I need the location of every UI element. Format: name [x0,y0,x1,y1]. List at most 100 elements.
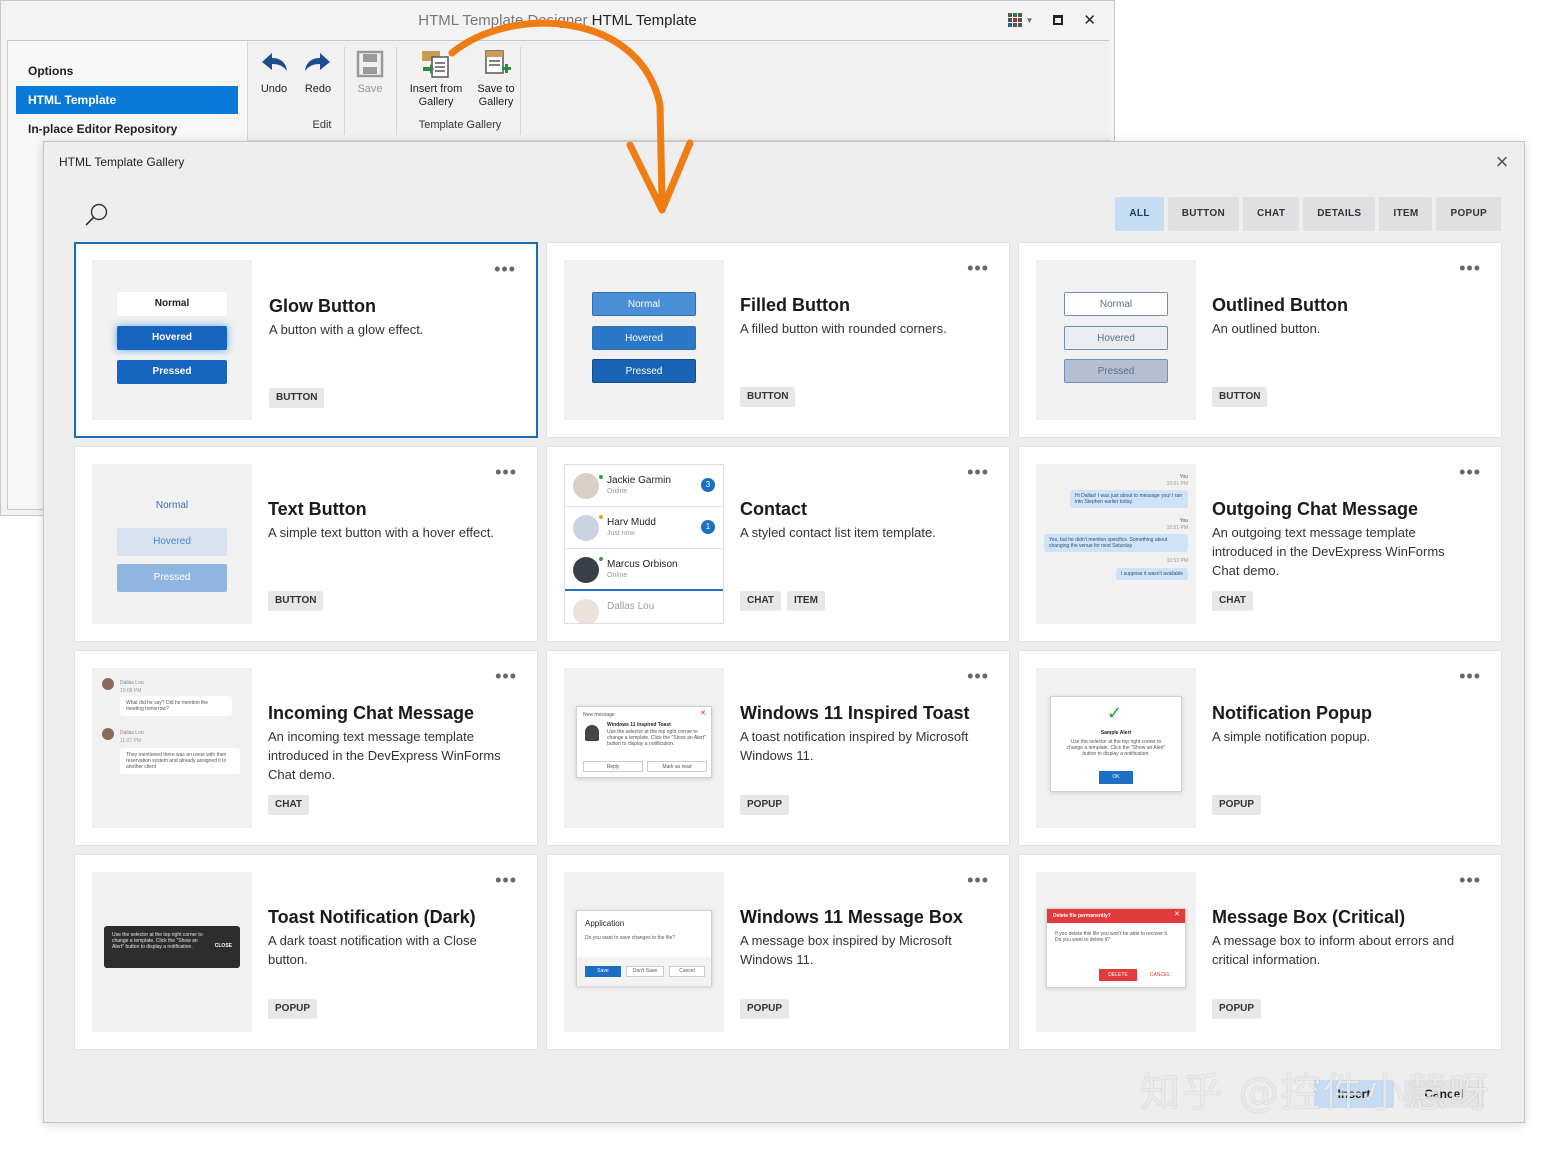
save-to-gallery-label: Save to Gallery [477,83,515,108]
card-title: Text Button [268,499,367,519]
popup-title: Sample Alert [1100,730,1132,736]
title-dim: HTML Template Designer [418,12,588,29]
template-card-filled-button[interactable]: Normal Hovered Pressed ••• Filled Button… [546,242,1010,438]
card-description: A simple text button with a hover effect… [268,525,494,540]
card-title: Message Box (Critical) [1212,907,1406,927]
message-bubble: I suppose it wasn't available [1115,568,1188,580]
card-description: A filled button with rounded corners. [740,321,947,336]
more-options-icon[interactable]: ••• [1459,259,1481,277]
undo-icon [262,53,287,71]
template-thumbnail: Normal Hovered Pressed [92,260,252,420]
skin-selector[interactable]: ▼ [1007,13,1033,27]
mark-read-button: Mark as read [647,761,707,772]
tag-badge: CHAT [268,795,310,815]
filter-item[interactable]: ITEM [1379,197,1433,231]
contact-row: Marcus Orbison Online [565,549,723,591]
thumb-hovered-state: Hovered [117,528,227,556]
maximize-icon[interactable] [1053,15,1064,25]
close-icon[interactable]: ✕ [1083,11,1096,29]
more-options-icon[interactable]: ••• [967,463,989,481]
filter-popup[interactable]: POPUP [1436,197,1501,231]
filter-details[interactable]: DETAILS [1303,197,1376,231]
template-card-outlined-button[interactable]: Normal Hovered Pressed ••• Outlined Butt… [1018,242,1502,438]
tag-badge: POPUP [268,999,318,1019]
ribbon-separator [520,47,521,135]
thumb-pressed-state: Pressed [117,360,227,384]
template-thumbnail: Dallas Lou 10:08 PM What did he say? Did… [92,668,252,828]
card-description: An outlined button. [1212,321,1321,336]
more-options-icon[interactable]: ••• [494,260,516,278]
tag-badge: POPUP [1212,999,1262,1019]
template-card-text-button[interactable]: Normal Hovered Pressed ••• Text Button A… [74,446,538,642]
sidebar-item-options[interactable]: Options [16,57,238,85]
card-description: A dark toast notification with a Close b… [268,933,477,967]
msgbox-footer: Save Don't Save Cancel [577,957,711,986]
thumb-normal-state: Normal [117,292,227,316]
message-bubble: Hi Dallas! I was just about to message y… [1070,490,1188,508]
contact-name: Harv Mudd [607,517,656,528]
sidebar-item-editor-repository[interactable]: In-place Editor Repository [16,115,238,143]
template-thumbnail: Normal Hovered Pressed [1036,260,1196,420]
more-options-icon[interactable]: ••• [495,667,517,685]
insert-from-gallery-button[interactable]: Insert from Gallery [403,49,469,109]
template-card-win11-msgbox[interactable]: Application Do you want to save changes … [546,854,1010,1050]
toast-title: Windows 11 Inspired Toast [607,722,671,728]
close-icon[interactable]: × [1492,151,1512,173]
more-options-icon[interactable]: ••• [967,259,989,277]
filter-button[interactable]: BUTTON [1167,197,1240,231]
sender-label: You [1179,518,1188,524]
user-icon [585,725,599,741]
message-bubble: What did he say? Did he mention the meet… [120,696,232,716]
template-thumbnail: Normal Hovered Pressed [92,464,252,624]
thumb-normal-state: Normal [592,292,696,316]
popup-body: Use the selector at the top right corner… [1066,739,1166,757]
more-options-icon[interactable]: ••• [1459,871,1481,889]
thumb-hovered-state: Hovered [1064,326,1168,350]
save-button[interactable]: Save [342,49,398,96]
more-options-icon[interactable]: ••• [495,871,517,889]
template-card-incoming-chat[interactable]: Dallas Lou 10:08 PM What did he say? Did… [74,650,538,846]
thumb-pressed-state: Pressed [117,564,227,592]
card-description: A message box to inform about errors and… [1212,933,1455,967]
more-options-icon[interactable]: ••• [1459,463,1481,481]
template-grid: Normal Hovered Pressed ••• Glow Button A… [74,242,1504,1050]
dark-toast-close: CLOSE [214,943,232,949]
template-card-notification-popup[interactable]: ✓ Sample Alert Use the selector at the t… [1018,650,1502,846]
critical-preview: Delete file permanently? ✕ If you delete… [1046,908,1186,988]
msgbox-dontsave-button: Don't Save [626,966,664,977]
critical-body: If you delete this file you won't be abl… [1055,931,1169,943]
window-title: HTML Template Designer HTML Template [1,1,1114,39]
sidebar-item-html-template[interactable]: HTML Template [16,86,238,114]
contact-row: Harv Mudd Just now 1 [565,507,723,549]
msgbox-title: Application [585,919,625,928]
msgbox-preview: Application Do you want to save changes … [576,910,712,986]
toast-preview: New message ✕ Windows 11 Inspired Toast … [576,706,712,778]
template-card-win11-toast[interactable]: New message ✕ Windows 11 Inspired Toast … [546,650,1010,846]
more-options-icon[interactable]: ••• [495,463,517,481]
template-card-dark-toast[interactable]: Use the selector at the top right corner… [74,854,538,1050]
contact-name: Jackie Garmin [607,475,671,486]
contact-row: Jackie Garmin Online 3 [565,465,723,507]
more-options-icon[interactable]: ••• [1459,667,1481,685]
template-thumbnail: Normal Hovered Pressed [564,260,724,420]
more-options-icon[interactable]: ••• [967,871,989,889]
watermark: 知乎 @控件小慧呀 [1140,1070,1491,1116]
close-icon: ✕ [700,710,706,717]
ribbon: Undo Redo Save Insert from Gallery Save … [248,41,1110,141]
tag-badge: BUTTON [1212,387,1268,407]
card-description: An outgoing text message template introd… [1212,525,1445,578]
timestamp: 10:01 PM [1166,481,1188,487]
redo-button[interactable]: Redo [290,49,346,96]
card-description: A styled contact list item template. [740,525,936,540]
template-card-glow-button[interactable]: Normal Hovered Pressed ••• Glow Button A… [74,242,538,438]
template-card-outgoing-chat[interactable]: You 10:01 PM Hi Dallas! I was just about… [1018,446,1502,642]
filter-chat[interactable]: CHAT [1243,197,1300,231]
filter-all[interactable]: ALL [1115,197,1164,231]
timestamp: 11:07 PM [120,738,142,744]
template-card-contact[interactable]: Jackie Garmin Online 3 Harv Mudd Just no… [546,446,1010,642]
more-options-icon[interactable]: ••• [967,667,989,685]
template-card-critical-msgbox[interactable]: Delete file permanently? ✕ If you delete… [1018,854,1502,1050]
search-icon[interactable] [84,202,110,228]
save-to-gallery-button[interactable]: Save to Gallery [470,49,522,109]
card-title: Windows 11 Message Box [740,907,963,927]
